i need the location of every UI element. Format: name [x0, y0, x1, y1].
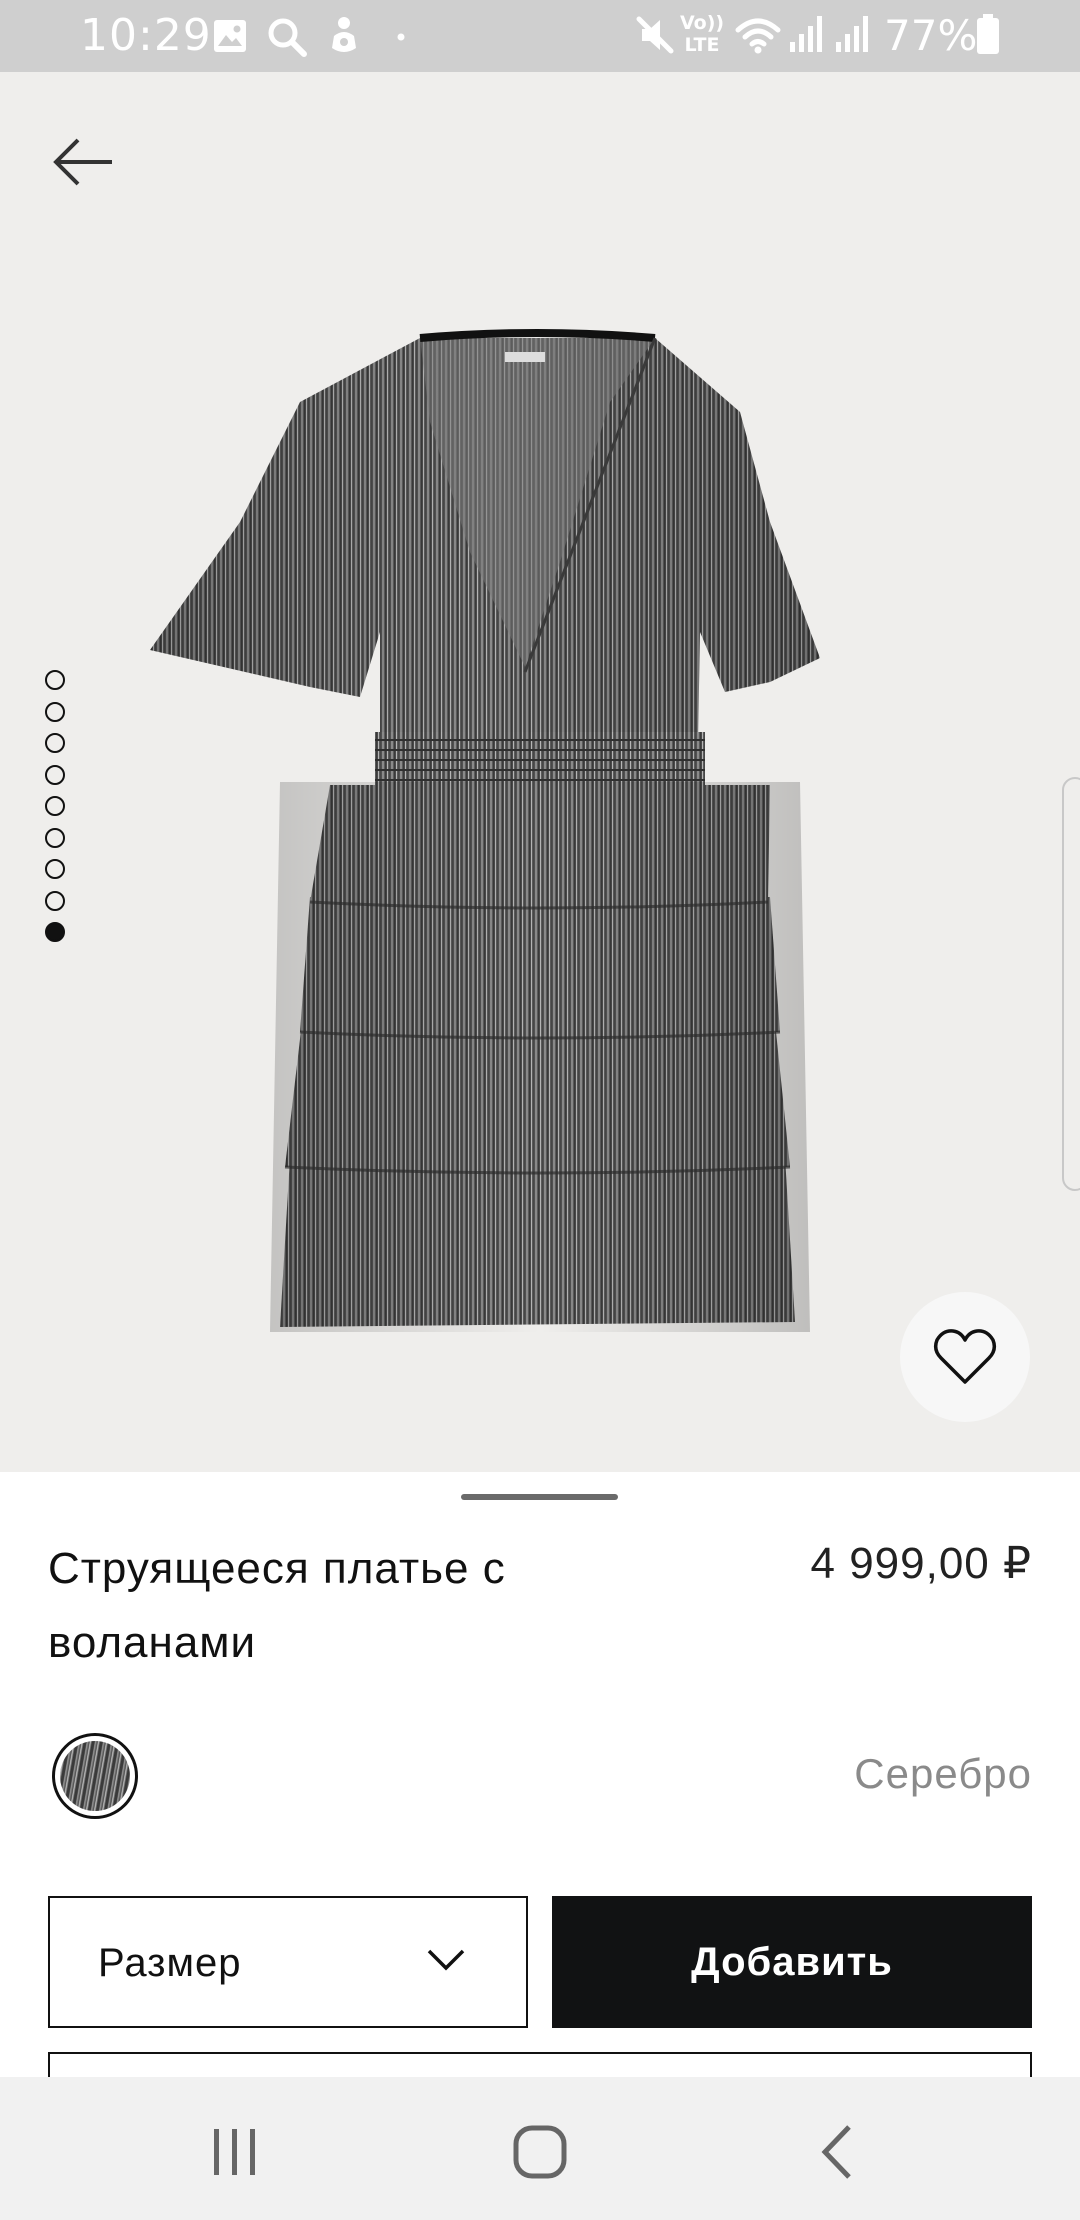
battery-percent: 77%	[884, 11, 978, 60]
mute-icon	[636, 16, 674, 54]
product-title: Струящееся платье с воланами	[48, 1544, 506, 1667]
side-panel-handle[interactable]	[1062, 777, 1080, 1191]
color-swatch-fill	[60, 1741, 130, 1811]
battery-icon	[977, 14, 999, 54]
sheet-drag-handle[interactable]	[461, 1494, 618, 1500]
pager-dot[interactable]	[45, 796, 65, 816]
pager-dot[interactable]	[45, 733, 65, 753]
image-pager[interactable]	[45, 670, 69, 954]
bixby-icon	[332, 17, 356, 52]
pager-dot[interactable]	[45, 701, 65, 722]
volte-icon: Vo)) LTE	[680, 12, 725, 56]
product-details-sheet: Струящееся платье с воланами 4 999,00 ₽ …	[0, 1472, 1080, 2092]
size-select[interactable]: Размер	[48, 1896, 528, 2028]
wishlist-button[interactable]	[900, 1292, 1030, 1422]
chevron-down-icon	[427, 1949, 465, 1971]
pager-dot[interactable]	[45, 764, 65, 785]
add-to-cart-button[interactable]: Добавить	[552, 1896, 1032, 2028]
home-icon[interactable]	[505, 2117, 575, 2187]
product-photo	[150, 329, 820, 1332]
pager-dot-active[interactable]	[45, 922, 65, 942]
signal-icon	[790, 16, 822, 52]
product-price: 4 999,00 ₽	[810, 1539, 1032, 1588]
dot-icon	[397, 33, 405, 41]
back-icon[interactable]	[805, 2117, 875, 2187]
color-name: Серебро	[854, 1750, 1032, 1797]
status-bar: 10:29 Vo)) LTE 77%	[0, 0, 1080, 72]
status-time: 10:29	[80, 10, 212, 61]
pager-dot[interactable]	[45, 670, 65, 690]
size-select-label: Размер	[98, 1941, 242, 1985]
pager-dot[interactable]	[45, 890, 65, 911]
heart-icon	[933, 1329, 997, 1384]
arrow-left-icon[interactable]	[44, 122, 124, 202]
gallery-icon	[214, 20, 246, 52]
pager-dot[interactable]	[45, 827, 65, 848]
product-image-gallery[interactable]	[0, 72, 1080, 1472]
signal-icon	[836, 16, 868, 52]
search-icon	[268, 18, 307, 57]
wifi-icon	[735, 18, 781, 54]
color-swatch[interactable]	[52, 1733, 138, 1819]
system-nav-bar	[0, 2077, 1080, 2220]
recent-apps-icon[interactable]	[200, 2117, 270, 2187]
pager-dot[interactable]	[45, 859, 65, 879]
